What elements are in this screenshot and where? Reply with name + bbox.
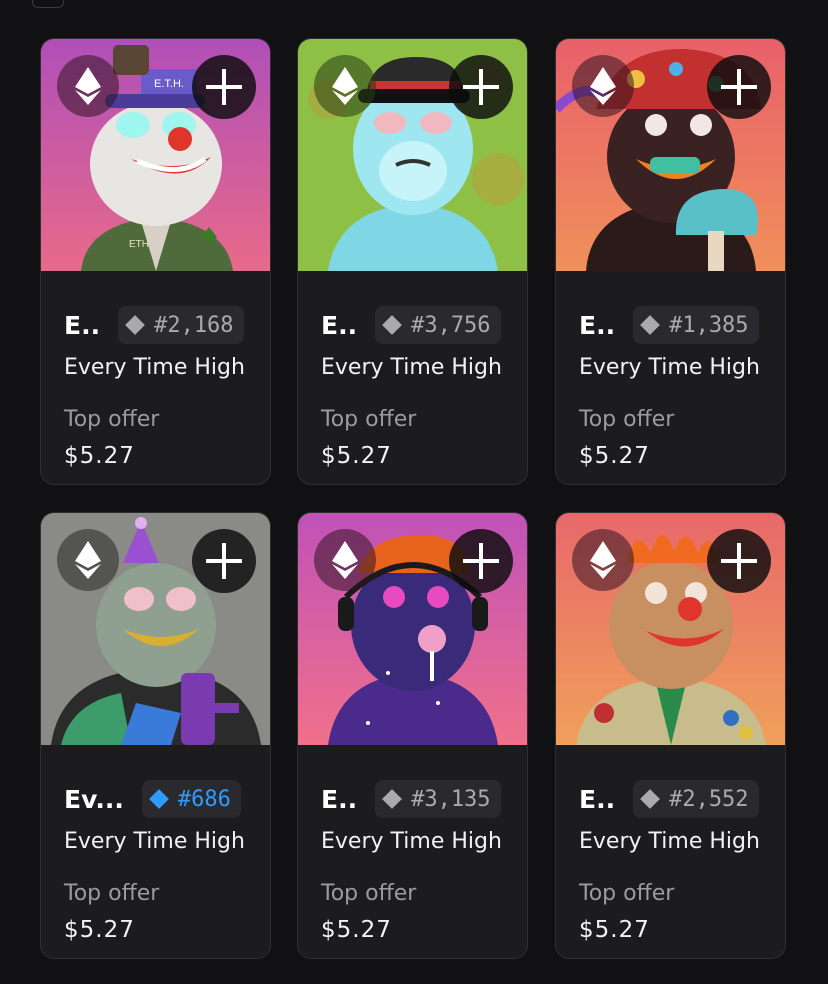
nft-image: [556, 513, 785, 745]
token-id-badge: #2,168: [118, 306, 244, 344]
nft-image: [556, 39, 785, 271]
nft-card[interactable]: Ev... #686 Every Time High Top offer $5.…: [40, 512, 271, 959]
nft-name[interactable]: E..: [321, 311, 357, 340]
nft-info: E.. #3,135 Every Time High Top offer $5.…: [298, 745, 527, 958]
ethereum-chain-badge: [572, 55, 634, 117]
collection-name[interactable]: Every Time High: [64, 355, 245, 380]
top-offer-value: $5.27: [321, 443, 392, 469]
token-id-badge: #1,385: [633, 306, 759, 344]
jacket-text: ETH: [129, 239, 149, 250]
ethereum-icon: [590, 67, 616, 105]
nft-name[interactable]: E..: [579, 785, 615, 814]
nft-name[interactable]: Ev...: [64, 785, 124, 814]
diamond-icon: [640, 789, 660, 809]
add-to-cart-button[interactable]: [192, 55, 256, 119]
add-to-cart-button[interactable]: [449, 529, 513, 593]
plus-icon: [721, 543, 757, 579]
collection-name[interactable]: Every Time High: [579, 829, 760, 854]
diamond-icon: [125, 315, 145, 335]
nft-image: [298, 513, 527, 745]
ethereum-icon: [332, 541, 358, 579]
nft-info: E.. #2,168 Every Time High Top offer $5.…: [41, 271, 270, 484]
top-offer-label: Top offer: [579, 407, 675, 432]
collection-name[interactable]: Every Time High: [64, 829, 245, 854]
top-offer-value: $5.27: [64, 917, 135, 943]
nft-name[interactable]: E..: [321, 785, 357, 814]
add-to-cart-button[interactable]: [192, 529, 256, 593]
diamond-icon: [382, 789, 402, 809]
nft-card[interactable]: E.. #1,385 Every Time High Top offer $5.…: [555, 38, 786, 485]
ethereum-chain-badge: [57, 55, 119, 117]
top-offer-label: Top offer: [321, 881, 417, 906]
top-offer-value: $5.27: [64, 443, 135, 469]
nft-card[interactable]: E.. #3,756 Every Time High Top offer $5.…: [297, 38, 528, 485]
plus-icon: [721, 69, 757, 105]
collection-name[interactable]: Every Time High: [321, 829, 502, 854]
add-to-cart-button[interactable]: [707, 55, 771, 119]
nft-info: E.. #2,552 Every Time High Top offer $5.…: [556, 745, 785, 958]
nft-card[interactable]: E.. #3,135 Every Time High Top offer $5.…: [297, 512, 528, 959]
token-id: #3,135: [411, 786, 491, 812]
select-all-checkbox[interactable]: [32, 0, 64, 8]
plus-icon: [206, 543, 242, 579]
nft-info: E.. #1,385 Every Time High Top offer $5.…: [556, 271, 785, 484]
collection-name[interactable]: Every Time High: [579, 355, 760, 380]
nft-image: E.T.H. ETH: [41, 39, 270, 271]
token-id: #1,385: [669, 312, 749, 338]
top-offer-value: $5.27: [579, 917, 650, 943]
ethereum-icon: [75, 67, 101, 105]
nft-name[interactable]: E..: [579, 311, 615, 340]
token-id-badge: #3,756: [375, 306, 501, 344]
add-to-cart-button[interactable]: [707, 529, 771, 593]
ethereum-chain-badge: [57, 529, 119, 591]
top-offer-label: Top offer: [64, 881, 160, 906]
ethereum-chain-badge: [314, 55, 376, 117]
plus-icon: [463, 69, 499, 105]
token-id: #686: [177, 786, 231, 812]
ethereum-icon: [75, 541, 101, 579]
top-offer-value: $5.27: [321, 917, 392, 943]
diamond-icon: [382, 315, 402, 335]
nft-image: [41, 513, 270, 745]
token-id: #2,168: [154, 312, 234, 338]
nft-grid: E.T.H. ETH E.. #2,168 Every Time High To…: [40, 38, 788, 960]
ethereum-icon: [590, 541, 616, 579]
nft-image: [298, 39, 527, 271]
top-offer-label: Top offer: [579, 881, 675, 906]
top-offer-value: $5.27: [579, 443, 650, 469]
token-id-badge: #3,135: [375, 780, 501, 818]
token-id: #3,756: [411, 312, 491, 338]
diamond-icon: [148, 789, 169, 809]
hat-text: E.T.H.: [154, 78, 184, 90]
ethereum-chain-badge: [314, 529, 376, 591]
plus-icon: [206, 69, 242, 105]
top-offer-label: Top offer: [321, 407, 417, 432]
top-offer-label: Top offer: [64, 407, 160, 432]
ethereum-icon: [332, 67, 358, 105]
plus-icon: [463, 543, 499, 579]
nft-info: Ev... #686 Every Time High Top offer $5.…: [41, 745, 270, 958]
diamond-icon: [640, 315, 660, 335]
nft-card[interactable]: E.T.H. ETH E.. #2,168 Every Time High To…: [40, 38, 271, 485]
token-id-badge: #2,552: [633, 780, 759, 818]
nft-name[interactable]: E..: [64, 311, 100, 340]
token-id: #2,552: [669, 786, 749, 812]
nft-info: E.. #3,756 Every Time High Top offer $5.…: [298, 271, 527, 484]
collection-name[interactable]: Every Time High: [321, 355, 502, 380]
ethereum-chain-badge: [572, 529, 634, 591]
token-id-badge: #686: [141, 780, 241, 818]
add-to-cart-button[interactable]: [449, 55, 513, 119]
nft-card[interactable]: E.. #2,552 Every Time High Top offer $5.…: [555, 512, 786, 959]
